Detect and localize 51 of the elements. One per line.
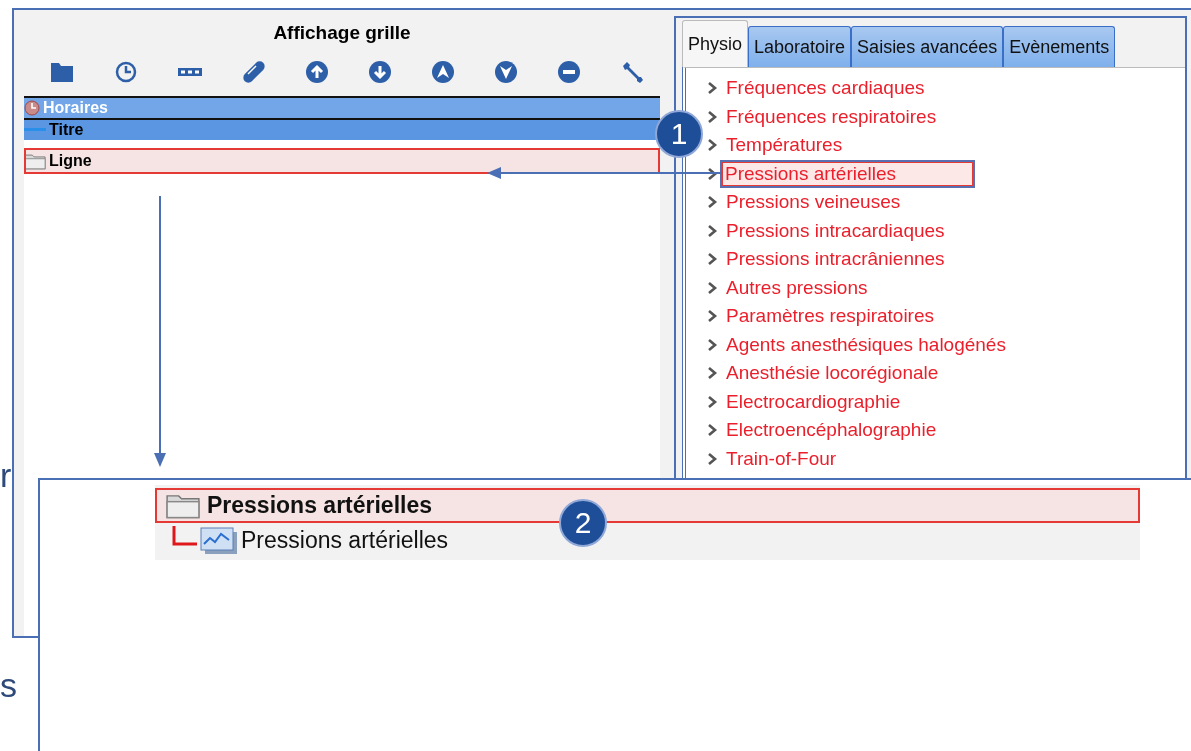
chevron-right-icon[interactable] xyxy=(706,109,718,124)
tab[interactable]: Saisies avancées xyxy=(851,26,1004,67)
tab[interactable]: Physio xyxy=(682,20,749,67)
chevron-right-icon[interactable] xyxy=(706,166,718,181)
tab[interactable]: Laboratoire xyxy=(748,26,852,67)
chevron-right-icon[interactable] xyxy=(706,366,718,381)
tree-row[interactable]: Ligne xyxy=(24,148,660,174)
list-item[interactable]: Pressions intracardiaques xyxy=(724,219,947,242)
panel-title: Affichage grille xyxy=(272,22,412,44)
list-item[interactable]: Pressions intracrâniennes xyxy=(724,248,947,271)
arrow-down-circle-icon[interactable] xyxy=(368,60,392,84)
chevron-right-icon[interactable] xyxy=(706,337,718,352)
list-item[interactable]: Fréquences respiratoires xyxy=(724,105,939,128)
dashed-line-icon[interactable] xyxy=(177,67,203,77)
chevron-right-icon[interactable] xyxy=(706,195,718,210)
list-item[interactable]: Agents anesthésiques halogénés xyxy=(724,333,1008,356)
list-item[interactable]: Pressions veineuses xyxy=(724,191,903,214)
text-fragment: s xyxy=(0,668,17,702)
list-item[interactable]: Paramètres respiratoires xyxy=(724,305,937,328)
list-item[interactable]: Electrocardiographie xyxy=(724,390,903,413)
tab[interactable]: Evènements xyxy=(1003,26,1116,67)
tree-row[interactable]: Horaires xyxy=(24,96,660,118)
chevron-right-icon[interactable] xyxy=(706,138,718,153)
folder-icon xyxy=(24,152,46,170)
arrow-up-circle-icon[interactable] xyxy=(305,60,329,84)
list-item[interactable]: Températures xyxy=(724,134,845,157)
minus-circle-icon[interactable] xyxy=(557,60,581,84)
list-item[interactable]: Anesthésie locorégionale xyxy=(724,362,941,385)
chevron-right-icon[interactable] xyxy=(706,252,718,267)
chevron-right-icon[interactable] xyxy=(706,423,718,438)
chevron-right-icon[interactable] xyxy=(706,223,718,238)
chart-window-icon xyxy=(199,525,239,556)
text-fragment: r xyxy=(0,458,12,492)
list-item[interactable]: Pressions artérielles xyxy=(722,161,973,186)
line-icon xyxy=(24,127,46,133)
chevron-right-icon[interactable] xyxy=(706,280,718,295)
clock-icon[interactable] xyxy=(114,60,138,84)
chevron-right-icon[interactable] xyxy=(706,394,718,409)
list-item[interactable]: Autres pressions xyxy=(724,276,870,299)
list-item[interactable]: Train-of-Four xyxy=(724,447,839,470)
chevron-right-icon[interactable] xyxy=(706,451,718,466)
folder-icon[interactable] xyxy=(49,60,75,84)
tree-row[interactable]: Titre xyxy=(24,118,660,140)
chevron-right-icon[interactable] xyxy=(706,81,718,96)
triangle-down-circle-icon[interactable] xyxy=(494,60,518,84)
folder-icon xyxy=(163,492,203,519)
list-item[interactable]: Electroencéphalographie xyxy=(724,419,939,442)
clock-icon xyxy=(24,100,40,116)
list-item[interactable]: Fréquences cardiaques xyxy=(724,77,927,100)
triangle-up-circle-icon[interactable] xyxy=(431,60,455,84)
chevron-right-icon[interactable] xyxy=(706,309,718,324)
